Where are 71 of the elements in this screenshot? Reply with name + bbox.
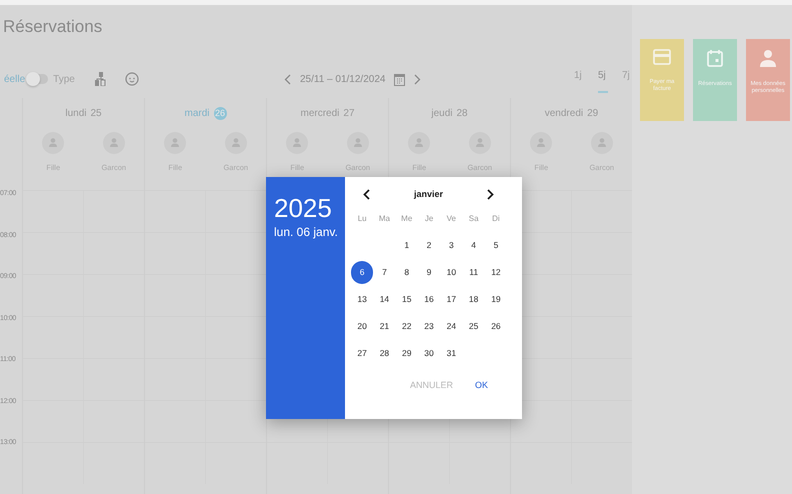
calendar-day[interactable]: 5 — [484, 234, 508, 257]
calendar-day[interactable]: 10 — [440, 261, 462, 284]
avatar-icon — [42, 132, 64, 154]
calendar-day[interactable]: 20 — [351, 315, 374, 338]
day-number: 25 — [90, 108, 102, 118]
calendar-day[interactable]: 13 — [351, 288, 374, 311]
calendar-day[interactable]: 19 — [484, 288, 508, 311]
calendar-day[interactable]: 17 — [440, 288, 462, 311]
dialog-button[interactable]: OK — [470, 376, 492, 394]
avatar-icon — [346, 132, 369, 154]
calendar-day[interactable]: 16 — [418, 288, 440, 311]
day-name: mardi — [184, 108, 210, 118]
calendar-day[interactable]: 26 — [484, 315, 508, 338]
calendar-day[interactable]: 14 — [373, 288, 396, 311]
card-icon — [653, 49, 671, 65]
calendar-day[interactable]: 24 — [440, 315, 462, 338]
avatar-icon — [590, 132, 613, 154]
calendar-day[interactable]: 22 — [396, 315, 418, 338]
avatar-icon — [164, 132, 186, 154]
day-number: 26 — [214, 106, 226, 120]
calendar-day[interactable]: 3 — [440, 234, 462, 257]
calendar-day[interactable]: 25 — [462, 315, 485, 338]
calendar-day[interactable]: 8 — [396, 261, 418, 284]
picker-year[interactable]: 2025 — [274, 193, 345, 223]
avatar-icon — [102, 132, 125, 154]
calendar-day[interactable]: 21 — [373, 315, 396, 338]
picker-date: lun. 06 janv. — [274, 225, 339, 239]
avatar-icon — [468, 132, 491, 154]
day-name: vendredi — [544, 108, 584, 118]
calendar-day[interactable]: 28 — [373, 342, 396, 365]
calendar-day[interactable]: 27 — [351, 342, 374, 365]
calendar-icon — [707, 49, 723, 67]
calendar-day[interactable]: 4 — [462, 234, 485, 257]
day-name: jeudi — [431, 108, 452, 118]
calendar-day[interactable]: 9 — [418, 261, 440, 284]
month-label: janvier — [414, 189, 444, 199]
weekday-label: Je — [424, 214, 434, 223]
weekday-label: Ve — [446, 214, 457, 223]
day-number: 27 — [343, 108, 355, 118]
avatar-icon — [408, 132, 430, 154]
calendar-day[interactable]: 7 — [373, 261, 396, 284]
weekday-label: Me — [400, 214, 414, 223]
chevron-left-icon[interactable] — [363, 188, 370, 200]
weekday-label: Sa — [468, 214, 480, 223]
page-title: Réservations — [2, 16, 104, 35]
day-number: 29 — [587, 108, 598, 118]
calendar-day[interactable]: 6 — [351, 261, 374, 284]
day-name: lundi — [65, 108, 86, 118]
calendar-day[interactable]: 11 — [462, 261, 485, 284]
calendar-day[interactable]: 29 — [396, 342, 418, 365]
calendar-day[interactable]: 15 — [396, 288, 418, 311]
weekday-label: Di — [491, 214, 501, 223]
calendar-day[interactable]: 18 — [462, 288, 485, 311]
hierarchy-icon[interactable] — [94, 72, 106, 86]
calendar-day[interactable]: 23 — [418, 315, 440, 338]
avatar-icon — [530, 132, 552, 154]
day-name: mercredi — [300, 108, 340, 118]
day-number: 28 — [456, 108, 468, 118]
calendar-day[interactable]: 30 — [418, 342, 440, 365]
avatar-icon — [224, 132, 247, 154]
calendar-day[interactable]: 2 — [418, 234, 440, 257]
calendar-day[interactable]: 1 — [396, 234, 418, 257]
weekday-label: Lu — [356, 214, 368, 223]
weekday-label: Ma — [378, 214, 391, 223]
chevron-right-icon[interactable] — [487, 188, 494, 200]
calendar-day[interactable]: 31 — [440, 342, 462, 365]
calendar-icon[interactable] — [394, 72, 406, 86]
person-icon — [760, 49, 776, 67]
avatar-icon — [286, 132, 308, 154]
date-range: 25/11 – 01/12/2024 — [300, 74, 386, 84]
calendar-day[interactable]: 12 — [484, 261, 508, 284]
